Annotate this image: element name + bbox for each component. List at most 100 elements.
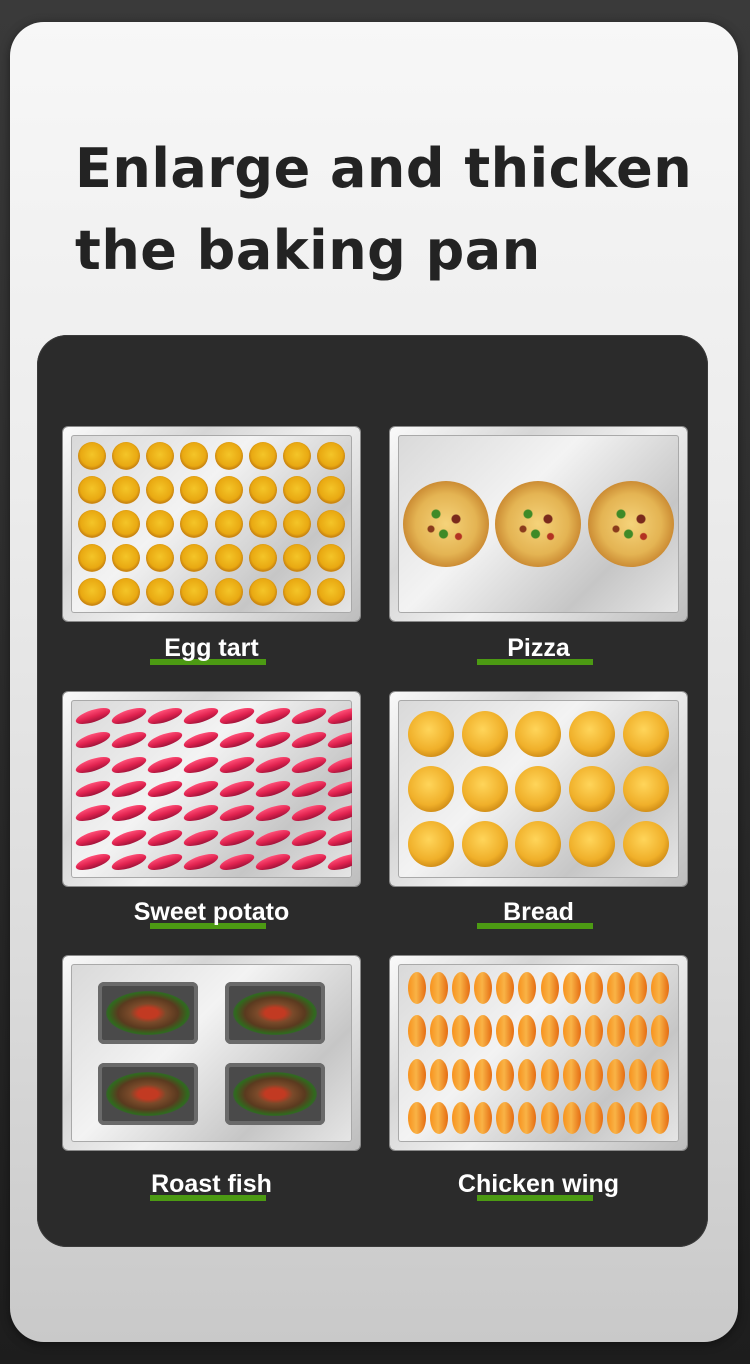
chicken-wing-item bbox=[474, 1102, 493, 1135]
label-chicken-wing-text: Chicken wing bbox=[457, 1170, 620, 1198]
chicken-wing-item bbox=[584, 1058, 603, 1091]
sweet-potato-item bbox=[110, 704, 148, 728]
chicken-wing-item bbox=[496, 1058, 515, 1091]
bread-item bbox=[569, 765, 616, 812]
egg-tart-item bbox=[282, 442, 311, 470]
label-egg-tart: Egg tart bbox=[63, 631, 360, 665]
egg-tart-item bbox=[78, 476, 107, 504]
tray-pizza bbox=[390, 427, 687, 621]
chicken-wing-item bbox=[518, 971, 537, 1004]
egg-tart-item bbox=[282, 510, 311, 538]
sweet-potato-item bbox=[110, 729, 148, 752]
chicken-wing-item bbox=[584, 1102, 603, 1135]
bread-item bbox=[461, 821, 508, 868]
sweet-potato-item bbox=[290, 753, 328, 776]
egg-tart-item bbox=[214, 544, 243, 572]
egg-tart-item bbox=[248, 510, 277, 538]
sweet-potato-item bbox=[182, 850, 220, 874]
sweet-potato-item bbox=[290, 826, 328, 849]
sweet-potato-item bbox=[74, 802, 112, 825]
sweet-potato-item bbox=[254, 850, 292, 874]
sweet-potato-item bbox=[218, 704, 256, 728]
chicken-wing-item bbox=[430, 1058, 449, 1091]
chicken-wing-item bbox=[628, 1058, 647, 1091]
label-chicken-wing: Chicken wing bbox=[390, 1167, 687, 1201]
sweet-potato-item bbox=[146, 704, 184, 728]
chicken-wing-item bbox=[452, 971, 471, 1004]
sweet-potato-item bbox=[326, 826, 352, 849]
egg-tart-item bbox=[248, 578, 277, 606]
sweet-potato-item bbox=[326, 704, 352, 728]
sweet-potato-item bbox=[110, 802, 148, 825]
egg-tart-item bbox=[282, 578, 311, 606]
bread-item bbox=[569, 821, 616, 868]
egg-tart-item bbox=[214, 476, 243, 504]
egg-tart-item bbox=[112, 476, 141, 504]
sweet-potato-grid bbox=[74, 704, 352, 874]
pizza-item bbox=[403, 481, 490, 567]
sweet-potato-item bbox=[254, 729, 292, 752]
sweet-potato-item bbox=[218, 802, 256, 825]
sweet-potato-item bbox=[74, 826, 112, 849]
sweet-potato-item bbox=[326, 729, 352, 752]
sweet-potato-item bbox=[218, 850, 256, 874]
sweet-potato-item bbox=[326, 777, 352, 801]
chicken-wing-item bbox=[518, 1058, 537, 1091]
chicken-wing-item bbox=[474, 1015, 493, 1048]
chicken-wing-item bbox=[650, 1058, 669, 1091]
egg-tart-item bbox=[78, 510, 107, 538]
bread-item bbox=[461, 710, 508, 757]
bread-item bbox=[623, 765, 670, 812]
sweet-potato-item bbox=[110, 753, 148, 776]
egg-tart-item bbox=[78, 544, 107, 572]
sweet-potato-item bbox=[254, 753, 292, 776]
tray-bread bbox=[390, 692, 687, 886]
bread-item bbox=[407, 710, 454, 757]
sweet-potato-item bbox=[218, 777, 256, 801]
bread-item bbox=[407, 765, 454, 812]
egg-tart-item bbox=[112, 510, 141, 538]
tray-roast-fish-surface bbox=[71, 964, 352, 1142]
chicken-wing-item bbox=[606, 1058, 625, 1091]
sweet-potato-item bbox=[254, 704, 292, 728]
bread-item bbox=[515, 710, 562, 757]
bread-item bbox=[407, 821, 454, 868]
egg-tart-item bbox=[180, 510, 209, 538]
roast-fish-item bbox=[224, 1062, 325, 1125]
sweet-potato-item bbox=[290, 777, 328, 801]
tray-bread-surface bbox=[398, 700, 679, 878]
sweet-potato-item bbox=[182, 753, 220, 776]
egg-tart-item bbox=[316, 544, 345, 572]
sweet-potato-item bbox=[182, 826, 220, 849]
sweet-potato-item bbox=[326, 850, 352, 874]
egg-tart-item bbox=[248, 442, 277, 470]
bread-item bbox=[515, 821, 562, 868]
sweet-potato-item bbox=[110, 850, 148, 874]
chicken-wing-item bbox=[474, 971, 493, 1004]
tray-pizza-surface bbox=[398, 435, 679, 613]
egg-tart-item bbox=[214, 442, 243, 470]
chicken-wing-item bbox=[628, 1102, 647, 1135]
sweet-potato-item bbox=[218, 826, 256, 849]
egg-tart-item bbox=[180, 442, 209, 470]
tray-chicken-wing bbox=[390, 956, 687, 1150]
chicken-wing-item bbox=[452, 1102, 471, 1135]
label-pizza-text: Pizza bbox=[507, 634, 570, 662]
egg-tart-item bbox=[146, 544, 175, 572]
tray-egg-tart bbox=[63, 427, 360, 621]
sweet-potato-item bbox=[290, 729, 328, 752]
chicken-wing-item bbox=[562, 971, 581, 1004]
sweet-potato-item bbox=[326, 802, 352, 825]
egg-tart-item bbox=[248, 544, 277, 572]
sweet-potato-item bbox=[182, 802, 220, 825]
sweet-potato-item bbox=[146, 753, 184, 776]
egg-tart-item bbox=[112, 442, 141, 470]
egg-tart-item bbox=[78, 578, 107, 606]
egg-tart-item bbox=[316, 476, 345, 504]
egg-tart-item bbox=[112, 578, 141, 606]
chicken-wing-item bbox=[430, 1015, 449, 1048]
sweet-potato-item bbox=[218, 753, 256, 776]
label-sweet-potato: Sweet potato bbox=[63, 895, 360, 929]
egg-tart-item bbox=[180, 544, 209, 572]
pizza-item bbox=[495, 481, 582, 567]
